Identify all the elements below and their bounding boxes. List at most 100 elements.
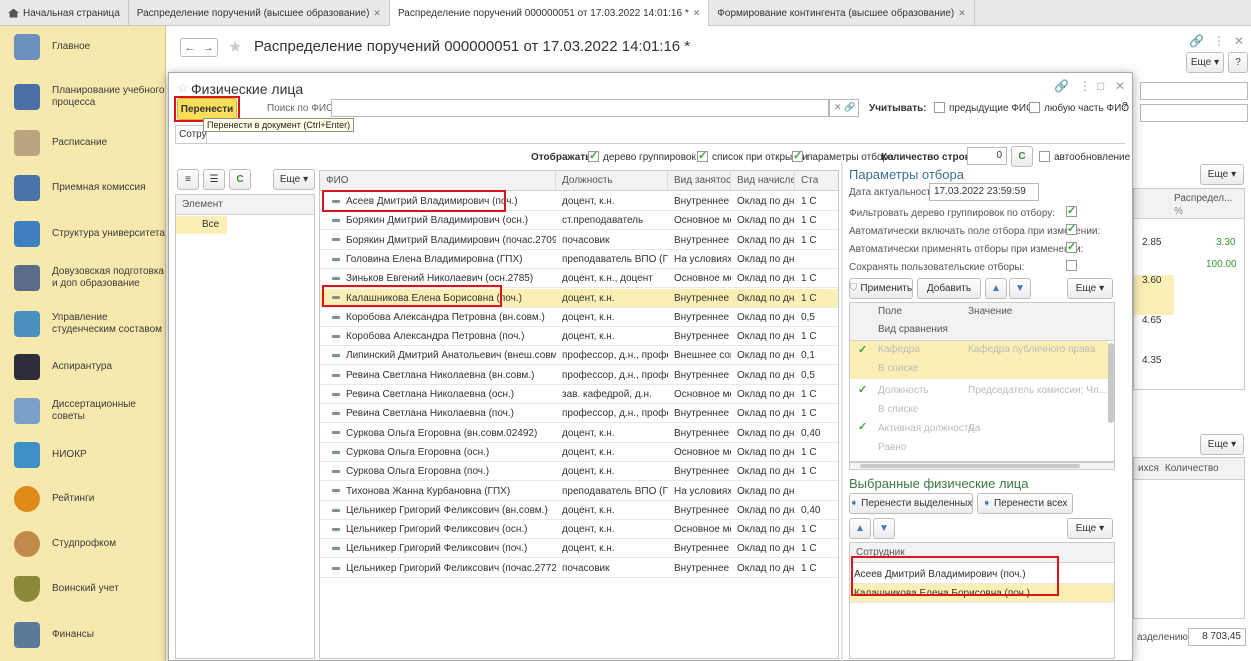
close-icon[interactable]: ✕ xyxy=(1115,79,1125,93)
table-row[interactable]: Ревина Светлана Николаевна (поч.) професс… xyxy=(320,404,838,424)
maximize-icon[interactable]: □ xyxy=(1097,79,1104,93)
doc-table-more-button[interactable]: Еще ▾ xyxy=(1200,164,1244,185)
table-row[interactable]: Тихонова Жанна Курбановна (ГПХ) преподава… xyxy=(320,482,838,501)
close-icon[interactable]: ✕ xyxy=(373,8,381,19)
help-button[interactable]: ? xyxy=(1228,52,1248,73)
table-row[interactable]: Ревина Светлана Николаевна (вн.совм.) про… xyxy=(320,366,838,385)
doc-table2-more-button[interactable]: Еще ▾ xyxy=(1200,434,1244,455)
tab-distribution-list[interactable]: Распределение поручений (высшее образова… xyxy=(129,0,390,26)
menu-dots-icon[interactable]: ⋮ xyxy=(1079,79,1091,93)
table-row[interactable]: Ревина Светлана Николаевна (осн.) зав. ка… xyxy=(320,385,838,404)
sidebar-item-preparation[interactable]: Довузовская подготовка и доп образование xyxy=(0,265,166,291)
auto-include-checkbox[interactable] xyxy=(1066,222,1077,235)
date-input[interactable]: 17.03.2022 23:59:59 xyxy=(929,183,1039,201)
link-icon[interactable]: 🔗 xyxy=(1054,79,1069,93)
apply-button[interactable]: ⛉ Применить xyxy=(849,278,913,299)
tab-contingent[interactable]: Формирование контингента (высшее образов… xyxy=(709,0,975,26)
expand-tree-button[interactable]: ≡ xyxy=(177,169,199,190)
any-part-checkbox[interactable] xyxy=(1029,102,1040,113)
move-down-button[interactable]: ▼ xyxy=(1009,278,1031,299)
table-row[interactable]: Асеев Дмитрий Владимирович (поч.) доцент,… xyxy=(320,192,838,211)
sidebar-item-union[interactable]: Студпрофком xyxy=(0,531,166,557)
back-arrow-icon[interactable]: ← xyxy=(185,42,196,54)
sidebar-item-admission[interactable]: Приемная комиссия xyxy=(0,175,166,201)
table-row[interactable]: Цельникер Григорий Феликсович (вн.совм.)… xyxy=(320,501,838,520)
horizontal-scrollbar[interactable] xyxy=(849,462,1115,470)
sidebar-item-postgrad[interactable]: Аспирантура xyxy=(0,354,166,380)
column-header-rate[interactable]: Ста xyxy=(795,171,838,191)
tab-home[interactable]: Начальная страница xyxy=(0,0,129,26)
selected-row[interactable]: Асеев Дмитрий Владимирович (поч.) xyxy=(850,565,1114,584)
table-row[interactable]: Суркова Ольга Егоровна (вн.совм.02492) до… xyxy=(320,424,838,443)
sidebar-item-military[interactable]: Воинский учет xyxy=(0,576,166,602)
sidebar-item-dissertation[interactable]: Диссертационные советы xyxy=(0,398,166,424)
check-icon[interactable]: ✓ xyxy=(858,343,867,356)
search-clear[interactable]: ✕ 🔗 xyxy=(829,99,859,117)
table-row[interactable]: Головина Елена Владимировна (ГПХ) препода… xyxy=(320,250,838,269)
filter-tree-checkbox[interactable] xyxy=(1066,204,1077,217)
search-input[interactable] xyxy=(331,99,829,117)
autorefresh-checkbox[interactable] xyxy=(1039,151,1050,162)
move-button[interactable]: Перенести xyxy=(177,98,237,120)
table-row[interactable]: Борякин Дмитрий Владимирович (почас.2709… xyxy=(320,231,838,250)
tree-refresh-button[interactable]: C xyxy=(229,169,251,190)
selected-down-button[interactable]: ▼ xyxy=(873,518,895,539)
favorite-star-icon[interactable]: ☆ xyxy=(177,80,189,96)
column-header-accrual[interactable]: Вид начислен... xyxy=(731,171,795,191)
sidebar-item-ratings[interactable]: Рейтинги xyxy=(0,486,166,512)
table-row[interactable]: Цельникер Григорий Феликсович (осн.) доце… xyxy=(320,520,838,540)
sidebar-item-planning[interactable]: Планирование учебного процесса xyxy=(0,84,166,110)
filter-params-checkbox[interactable] xyxy=(792,149,803,162)
check-icon[interactable]: ✓ xyxy=(858,383,867,396)
sidebar-item-finance[interactable]: Финансы xyxy=(0,622,166,648)
list-open-checkbox[interactable] xyxy=(697,149,708,162)
link-icon[interactable]: 🔗 xyxy=(1189,34,1204,48)
column-header-position[interactable]: Должность xyxy=(556,171,668,191)
save-filters-checkbox[interactable] xyxy=(1066,260,1077,271)
doc-more-button[interactable]: Еще ▾ xyxy=(1186,52,1224,73)
move-selected-button[interactable]: ➧ Перенести выделенных xyxy=(849,493,973,514)
menu-dots-icon[interactable]: ⋮ xyxy=(1213,34,1225,48)
close-icon[interactable]: ✕ xyxy=(1234,34,1244,48)
column-header-employment[interactable]: Вид занятости xyxy=(668,171,731,191)
row-count-input[interactable]: 0 xyxy=(967,147,1007,165)
tree-more-button[interactable]: Еще ▾ xyxy=(273,169,315,190)
nav-buttons[interactable]: ← → xyxy=(180,38,218,57)
sidebar-item-research[interactable]: НИОКР xyxy=(0,442,166,468)
sidebar-item-schedule[interactable]: Расписание xyxy=(0,130,166,156)
selected-up-button[interactable]: ▲ xyxy=(849,518,871,539)
favorite-star-icon[interactable]: ★ xyxy=(228,37,242,57)
doc-field-2[interactable] xyxy=(1140,104,1248,122)
close-icon[interactable]: ✕ xyxy=(958,8,966,19)
tree-item-all[interactable]: Все xyxy=(176,216,227,234)
filter-more-button[interactable]: Еще ▾ xyxy=(1067,278,1113,299)
close-icon[interactable]: ✕ xyxy=(693,8,701,19)
sidebar-item-students[interactable]: Управление студенческим составом xyxy=(0,311,166,337)
auto-apply-checkbox[interactable] xyxy=(1066,240,1077,253)
tree-checkbox[interactable] xyxy=(588,149,599,162)
table-row[interactable]: Суркова Ольга Егоровна (поч.) доцент, к.н… xyxy=(320,462,838,482)
add-button[interactable]: Добавить xyxy=(917,278,981,299)
prev-fio-checkbox[interactable] xyxy=(934,102,945,113)
table-row[interactable]: Зиньков Евгений Николаевич (осн.2785) доц… xyxy=(320,269,838,289)
table-row[interactable]: Цельникер Григорий Феликсович (почас.277… xyxy=(320,559,838,578)
table-row[interactable]: Коробова Александра Петровна (поч.) доцен… xyxy=(320,327,838,347)
scrollbar[interactable] xyxy=(1108,343,1114,423)
selected-more-button[interactable]: Еще ▾ xyxy=(1067,518,1113,539)
move-all-button[interactable]: ➧ Перенести всех xyxy=(977,493,1073,514)
sidebar-item-main[interactable]: Главное xyxy=(0,34,166,60)
doc-field-1[interactable] xyxy=(1140,82,1248,100)
forward-arrow-icon[interactable]: → xyxy=(203,42,214,54)
table-row[interactable]: Борякин Дмитрий Владимирович (осн.) ст.пр… xyxy=(320,211,838,231)
column-header-fio[interactable]: ФИО xyxy=(320,171,556,191)
table-row[interactable]: Суркова Ольга Егоровна (осн.) доцент, к.н… xyxy=(320,443,838,462)
help-icon[interactable]: ? xyxy=(1122,101,1128,112)
refresh-button[interactable]: C xyxy=(1011,146,1033,167)
table-row[interactable]: Калашникова Елена Борисовна (поч.) доцент… xyxy=(320,288,838,308)
selected-row[interactable]: Калашникова Елена Борисовна (поч.) xyxy=(850,584,1114,603)
check-icon[interactable]: ✓ xyxy=(858,420,867,433)
splitter[interactable] xyxy=(841,161,843,661)
sidebar-item-structure[interactable]: Структура университета xyxy=(0,221,166,247)
tab-distribution-doc[interactable]: Распределение поручений 000000051 от 17.… xyxy=(389,0,710,26)
move-up-button[interactable]: ▲ xyxy=(985,278,1007,299)
